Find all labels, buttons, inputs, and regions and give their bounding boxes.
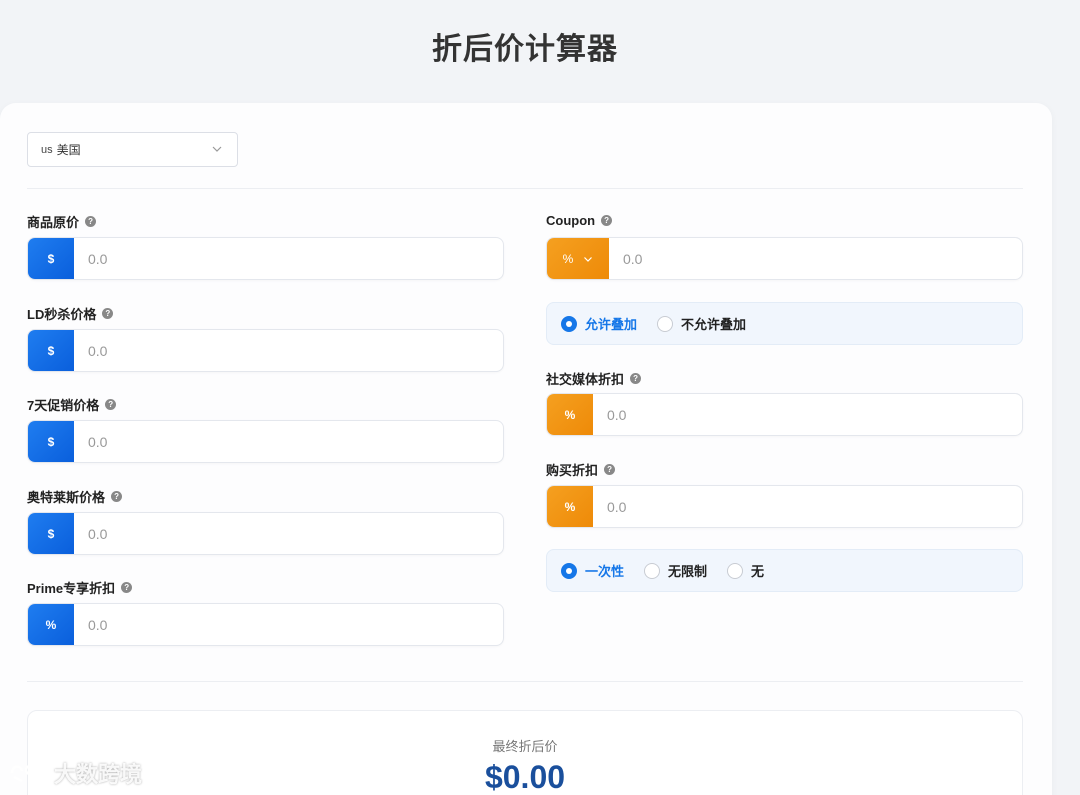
question-circle-icon[interactable]: ? [102, 308, 114, 319]
coupon-label: Coupon ? [546, 213, 613, 228]
purchase-discount-label-text: 购买折扣 [546, 463, 599, 478]
radio-none[interactable]: 无 [727, 561, 764, 580]
radio-label: 一次性 [585, 564, 625, 579]
stacking-radio-group: 允许叠加 不允许叠加 [546, 302, 1023, 345]
question-circle-icon[interactable]: ? [604, 464, 616, 475]
question-circle-icon[interactable]: ? [105, 399, 117, 410]
question-circle-icon[interactable]: ? [111, 491, 123, 502]
radio-checked-icon [561, 315, 577, 332]
coupon-label-text: Coupon [546, 213, 596, 228]
radio-label: 无限制 [668, 564, 708, 579]
result-value: $0.00 [484, 759, 566, 795]
question-circle-icon[interactable]: ? [121, 582, 133, 593]
coupon-input-group: % [546, 237, 1023, 280]
original-price-input-group: $ [27, 237, 504, 280]
outlet-price-input-group: $ [27, 512, 504, 555]
prime-discount-input[interactable] [74, 604, 503, 645]
outlet-price-input[interactable] [74, 513, 503, 554]
page-title: 折后价计算器 [432, 33, 618, 66]
seven-day-price-input-group: $ [27, 420, 504, 463]
ld-price-label-text: LD秒杀价格 [27, 307, 97, 322]
watermark: 大数跨境 [8, 757, 142, 789]
radio-one-time[interactable]: 一次性 [561, 561, 624, 580]
purchase-discount-input-group: % [546, 485, 1023, 528]
chevron-down-icon [212, 146, 222, 152]
percent-addon: % [28, 604, 74, 645]
seven-day-price-label: 7天促销价格 ? [27, 395, 117, 414]
percent-addon: % [547, 394, 593, 435]
dollar-addon: $ [28, 421, 74, 462]
social-discount-label: 社交媒体折扣 ? [546, 369, 642, 388]
social-discount-label-text: 社交媒体折扣 [546, 372, 625, 387]
radio-unchecked-icon [644, 562, 661, 579]
outlet-price-label: 奥特莱斯价格 ? [27, 487, 123, 506]
percent-addon: % [547, 486, 593, 527]
percent-addon: % [562, 251, 574, 266]
divider [27, 681, 1023, 682]
radio-label: 不允许叠加 [681, 317, 747, 332]
watermark-logo-icon [10, 764, 46, 783]
outlet-price-label-text: 奥特莱斯价格 [27, 490, 106, 505]
dollar-addon: $ [28, 238, 74, 279]
divider [27, 188, 1023, 189]
radio-unchecked-icon [657, 315, 674, 332]
radio-disallow-stacking[interactable]: 不允许叠加 [657, 314, 746, 333]
ld-price-input[interactable] [74, 330, 503, 371]
country-flag: us [41, 143, 53, 156]
country-name: 美国 [56, 143, 81, 157]
calculator-card: us 美国 商品原价 ? $ LD秒杀价格 ? $ 7天促销价格 ? $ 奥特莱… [0, 103, 1052, 795]
prime-discount-label-text: Prime专享折扣 [27, 581, 116, 596]
original-price-label: 商品原价 ? [27, 212, 97, 231]
social-discount-input[interactable] [593, 394, 1022, 435]
seven-day-price-input[interactable] [74, 421, 503, 462]
watermark-text: 大数跨境 [54, 762, 143, 787]
purchase-discount-input[interactable] [593, 486, 1022, 527]
social-discount-input-group: % [546, 393, 1023, 436]
coupon-input[interactable] [609, 238, 1022, 279]
radio-unlimited[interactable]: 无限制 [644, 561, 707, 580]
radio-checked-icon [561, 562, 577, 579]
country-select[interactable]: us 美国 [27, 132, 238, 167]
question-circle-icon[interactable]: ? [630, 373, 642, 384]
question-circle-icon[interactable]: ? [601, 215, 613, 226]
coupon-type-select[interactable]: % [547, 238, 609, 279]
dollar-addon: $ [28, 330, 74, 371]
result-label: 最终折后价 [492, 739, 558, 754]
radio-label: 无 [751, 564, 765, 579]
usage-radio-group: 一次性 无限制 无 [546, 549, 1023, 592]
prime-discount-input-group: % [27, 603, 504, 646]
dollar-addon: $ [28, 513, 74, 554]
ld-price-label: LD秒杀价格 ? [27, 304, 114, 323]
radio-allow-stacking[interactable]: 允许叠加 [561, 314, 637, 333]
original-price-label-text: 商品原价 [27, 215, 80, 230]
radio-unchecked-icon [727, 562, 744, 579]
original-price-input[interactable] [74, 238, 503, 279]
seven-day-price-label-text: 7天促销价格 [27, 398, 100, 413]
ld-price-input-group: $ [27, 329, 504, 372]
chevron-down-icon [584, 256, 593, 262]
result-panel: 最终折后价 $0.00 [27, 710, 1023, 795]
purchase-discount-label: 购买折扣 ? [546, 460, 616, 479]
radio-label: 允许叠加 [585, 317, 638, 332]
question-circle-icon[interactable]: ? [85, 216, 97, 227]
prime-discount-label: Prime专享折扣 ? [27, 578, 133, 597]
